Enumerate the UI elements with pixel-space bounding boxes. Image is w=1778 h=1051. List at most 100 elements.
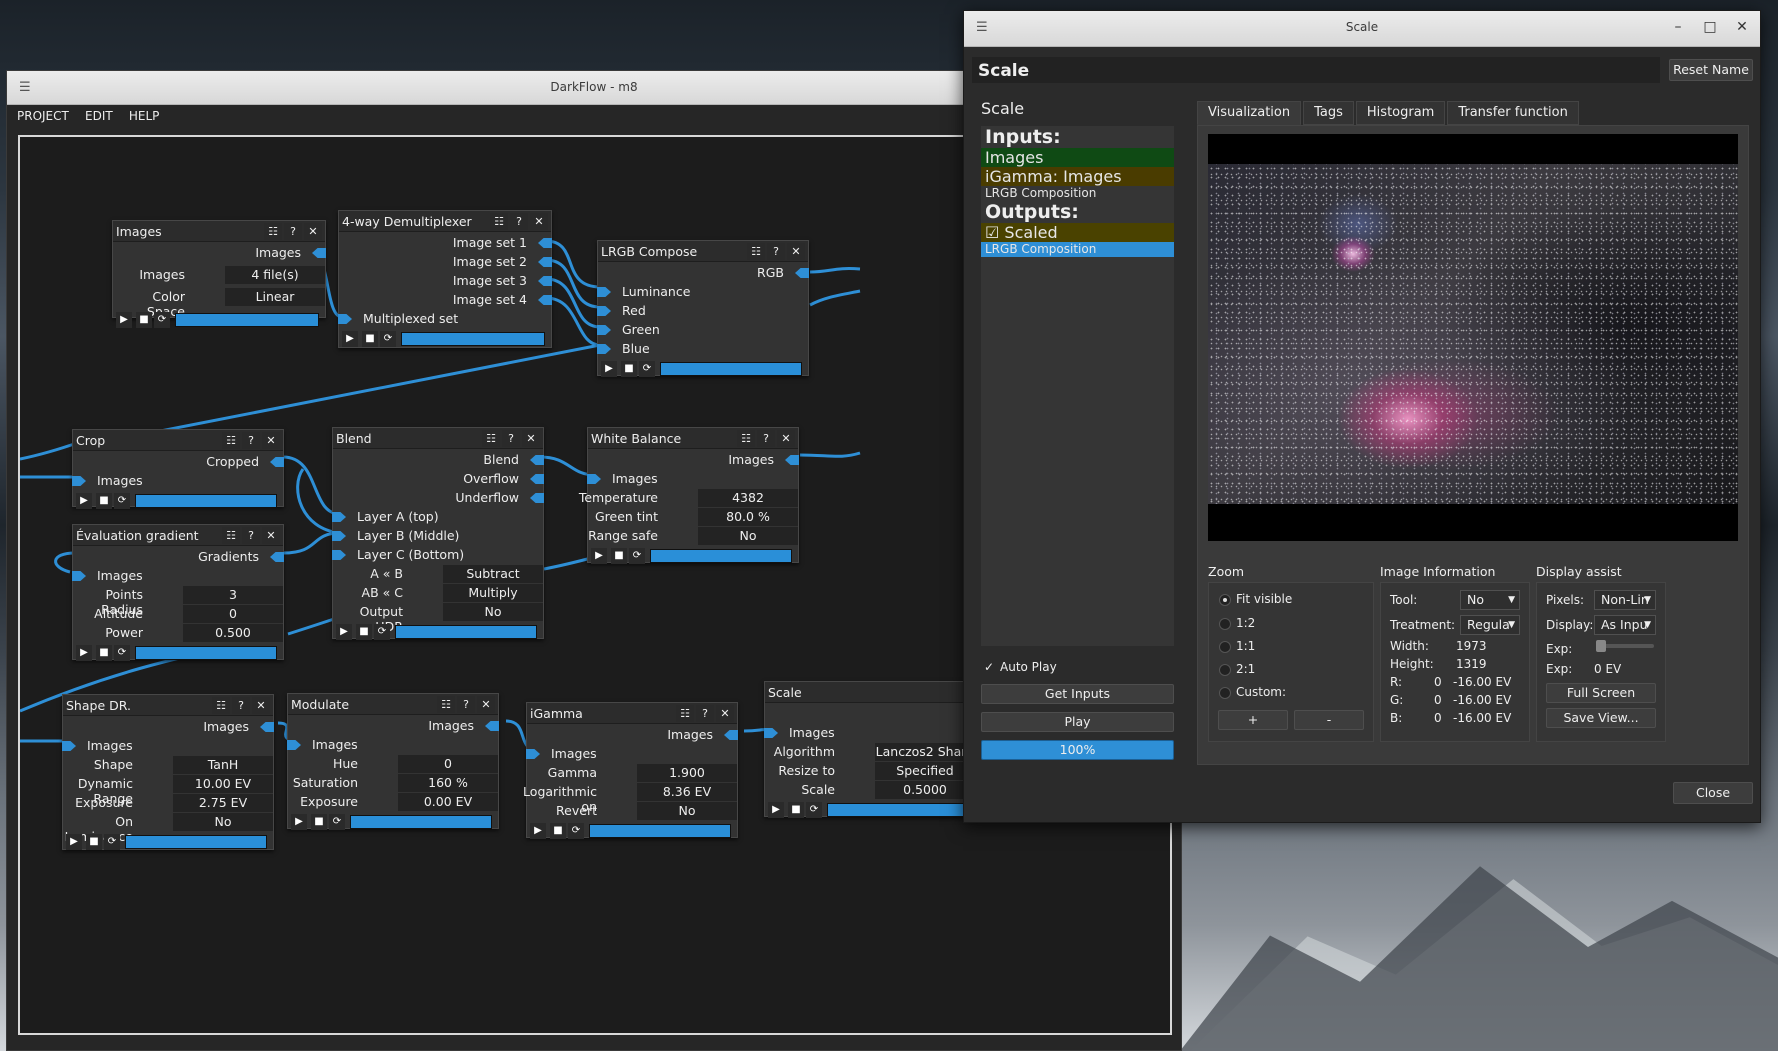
output-port[interactable] bbox=[485, 721, 499, 731]
node-close-icon[interactable]: ✕ bbox=[304, 223, 322, 240]
output-item-selected[interactable]: LRGB Composition bbox=[981, 242, 1174, 257]
node-header[interactable]: Images ☷? ✕ bbox=[113, 221, 325, 242]
input-port[interactable] bbox=[597, 344, 611, 354]
play-icon[interactable]: ▶ bbox=[601, 361, 617, 377]
stop-icon[interactable]: ■ bbox=[311, 814, 327, 830]
output-port[interactable] bbox=[785, 455, 799, 465]
pixels-select[interactable]: Non-Lin ▼ bbox=[1594, 590, 1656, 610]
node-header[interactable]: Scale bbox=[765, 682, 975, 703]
tab-transfer-function[interactable]: Transfer function bbox=[1447, 101, 1579, 125]
node-blend[interactable]: Blend ☷? ✕ Blend Overflow Underflow Layer… bbox=[332, 427, 544, 640]
param-value[interactable]: 10.00 EV bbox=[173, 775, 273, 793]
param-value[interactable]: 0.5000 bbox=[875, 781, 975, 799]
refresh-icon[interactable]: ⟳ bbox=[104, 834, 120, 850]
node-modulate[interactable]: Modulate ☷? ✕ Images Images Hue 0 Saturati… bbox=[287, 693, 499, 830]
refresh-icon[interactable]: ⟳ bbox=[114, 493, 130, 509]
output-port[interactable] bbox=[270, 552, 284, 562]
node-menu-icon[interactable]: ☷ bbox=[222, 432, 240, 449]
node-close-icon[interactable]: ✕ bbox=[777, 430, 795, 447]
play-icon[interactable]: ▶ bbox=[336, 624, 352, 640]
node-help-icon[interactable]: ? bbox=[757, 430, 775, 447]
input-port[interactable] bbox=[332, 550, 346, 560]
play-icon[interactable]: ▶ bbox=[768, 802, 784, 818]
zoom-radio-custom[interactable] bbox=[1219, 687, 1231, 699]
input-item[interactable]: LRGB Composition bbox=[981, 186, 1174, 201]
node-close-icon[interactable]: ✕ bbox=[787, 243, 805, 260]
input-port[interactable] bbox=[526, 749, 540, 759]
stop-icon[interactable]: ■ bbox=[136, 312, 152, 328]
input-port[interactable] bbox=[587, 474, 601, 484]
param-value[interactable]: No bbox=[173, 813, 273, 831]
output-port[interactable] bbox=[530, 474, 544, 484]
refresh-icon[interactable]: ⟳ bbox=[329, 814, 345, 830]
param-value[interactable]: Specified bbox=[875, 762, 975, 780]
node-help-icon[interactable]: ? bbox=[232, 697, 250, 714]
refresh-icon[interactable]: ⟳ bbox=[154, 312, 170, 328]
zoom-radio-1-1[interactable] bbox=[1219, 641, 1231, 653]
menu-project[interactable]: PROJECT bbox=[17, 105, 69, 127]
node-header[interactable]: LRGB Compose ☷? ✕ bbox=[598, 241, 808, 262]
stop-icon[interactable]: ■ bbox=[356, 624, 372, 640]
refresh-icon[interactable]: ⟳ bbox=[374, 624, 390, 640]
auto-play-check-icon[interactable]: ✓ bbox=[984, 660, 994, 674]
param-value[interactable]: 4 file(s) bbox=[225, 266, 325, 284]
menu-help[interactable]: HELP bbox=[129, 105, 160, 127]
node-menu-icon[interactable]: ☷ bbox=[264, 223, 282, 240]
reset-name-button[interactable]: Reset Name bbox=[1669, 59, 1753, 81]
node-header[interactable]: Shape DR. ☷? ✕ bbox=[63, 695, 273, 716]
input-port[interactable] bbox=[72, 571, 86, 581]
refresh-icon[interactable]: ⟳ bbox=[629, 548, 645, 564]
output-port[interactable] bbox=[795, 268, 809, 278]
input-port[interactable] bbox=[332, 512, 346, 522]
node-menu-icon[interactable]: ☷ bbox=[222, 527, 240, 544]
output-port[interactable] bbox=[530, 493, 544, 503]
param-value[interactable]: 2.75 EV bbox=[173, 794, 273, 812]
close-icon[interactable]: ✕ bbox=[1734, 19, 1750, 35]
refresh-icon[interactable]: ⟳ bbox=[380, 331, 396, 347]
node-help-icon[interactable]: ? bbox=[242, 527, 260, 544]
image-viewport[interactable] bbox=[1208, 134, 1738, 541]
zoom-out-button[interactable]: - bbox=[1294, 710, 1364, 730]
param-value[interactable]: No bbox=[637, 802, 737, 820]
param-value[interactable]: No bbox=[443, 603, 543, 621]
refresh-icon[interactable]: ⟳ bbox=[568, 823, 584, 839]
play-icon[interactable]: ▶ bbox=[291, 814, 307, 830]
io-list[interactable]: Inputs: Images iGamma: Images LRGB Compo… bbox=[981, 126, 1174, 646]
treatment-select[interactable]: Regula ▼ bbox=[1460, 615, 1520, 635]
node-menu-icon[interactable]: ☷ bbox=[482, 430, 500, 447]
node-close-icon[interactable]: ✕ bbox=[252, 697, 270, 714]
param-value[interactable]: 0 bbox=[183, 605, 283, 623]
play-button[interactable]: Play bbox=[981, 712, 1174, 732]
node-images[interactable]: Images ☷? ✕ Images Images 4 file(s) Color … bbox=[112, 220, 326, 328]
stop-icon[interactable]: ■ bbox=[788, 802, 804, 818]
param-value[interactable]: 8.36 EV bbox=[637, 783, 737, 801]
node-header[interactable]: Évaluation gradient ☷? ✕ bbox=[73, 525, 283, 546]
play-icon[interactable]: ▶ bbox=[342, 331, 358, 347]
node-scale[interactable]: Scale Images Algorithm Lanczos2 Sharp Res… bbox=[764, 681, 976, 818]
node-menu-icon[interactable]: ☷ bbox=[747, 243, 765, 260]
display-select[interactable]: As Inpu ▼ bbox=[1594, 615, 1656, 635]
output-port[interactable] bbox=[530, 455, 544, 465]
node-close-icon[interactable]: ✕ bbox=[530, 213, 548, 230]
tab-tags[interactable]: Tags bbox=[1303, 101, 1354, 125]
node-header[interactable]: 4-way Demultiplexer ☷? ✕ bbox=[339, 211, 551, 232]
param-value[interactable]: 1.900 bbox=[637, 764, 737, 782]
play-icon[interactable]: ▶ bbox=[530, 823, 546, 839]
param-value[interactable]: 4382 bbox=[698, 489, 798, 507]
play-icon[interactable]: ▶ bbox=[116, 312, 132, 328]
play-icon[interactable]: ▶ bbox=[76, 645, 92, 661]
param-value[interactable]: TanH bbox=[173, 756, 273, 774]
exposure-slider[interactable] bbox=[1596, 640, 1654, 652]
minimize-icon[interactable]: – bbox=[1670, 19, 1686, 35]
node-igamma[interactable]: iGamma ☷? ✕ Images Images Gamma 1.900 Loga… bbox=[523, 702, 738, 839]
stop-icon[interactable]: ■ bbox=[362, 331, 378, 347]
node-name-input[interactable]: Scale bbox=[972, 57, 1660, 83]
input-port[interactable] bbox=[62, 741, 76, 751]
refresh-icon[interactable]: ⟳ bbox=[639, 361, 655, 377]
node-header[interactable]: Blend ☷? ✕ bbox=[333, 428, 543, 449]
stop-icon[interactable]: ■ bbox=[611, 548, 627, 564]
input-port[interactable] bbox=[597, 287, 611, 297]
zoom-label[interactable]: Custom: bbox=[1236, 685, 1286, 699]
output-port[interactable] bbox=[538, 276, 552, 286]
zoom-in-button[interactable]: + bbox=[1218, 710, 1288, 730]
